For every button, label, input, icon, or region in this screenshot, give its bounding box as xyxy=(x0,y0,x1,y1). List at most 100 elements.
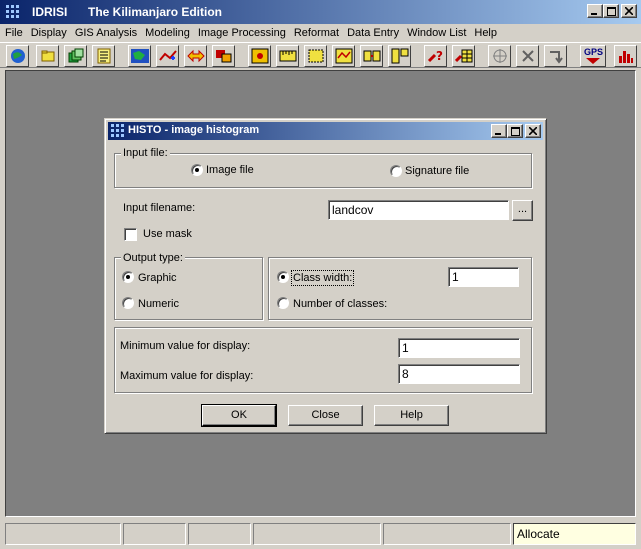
min-display-field[interactable]: 1 xyxy=(398,338,520,358)
link-layers-button[interactable] xyxy=(360,45,383,67)
menu-help[interactable]: Help xyxy=(470,24,501,42)
menu-file[interactable]: File xyxy=(0,24,27,42)
minimize-button[interactable] xyxy=(587,4,603,18)
signature-file-label[interactable]: Signature file xyxy=(405,164,469,178)
open-folder-button[interactable] xyxy=(36,45,59,67)
input-filename-field[interactable]: landcov xyxy=(328,200,509,220)
help-button[interactable]: Help xyxy=(374,405,449,426)
idrisi-logo-icon xyxy=(111,124,124,137)
select-box-button[interactable] xyxy=(304,45,327,67)
image-file-radio[interactable] xyxy=(191,164,203,176)
use-mask-checkbox[interactable] xyxy=(124,228,137,241)
numeric-radio[interactable] xyxy=(122,297,134,309)
minimize-icon xyxy=(591,13,597,15)
chart-button[interactable] xyxy=(614,45,637,67)
signature-file-radio[interactable] xyxy=(390,165,402,177)
raster-grid-icon xyxy=(335,48,352,64)
redirect-button[interactable] xyxy=(544,45,567,67)
dialog-maximize-button[interactable] xyxy=(507,124,523,138)
app-titlebar: IDRISI The Kilimanjaro Edition xyxy=(0,0,641,24)
zoom-window-button[interactable] xyxy=(248,45,271,67)
status-cell-3 xyxy=(188,523,251,545)
query-button[interactable]: ? xyxy=(424,45,447,67)
max-display-label: Maximum value for display: xyxy=(120,370,254,382)
crosshair-icon xyxy=(492,49,507,63)
selection-box-icon xyxy=(308,49,323,63)
max-display-field[interactable]: 8 xyxy=(398,364,520,384)
menu-modeling[interactable]: Modeling xyxy=(141,24,194,42)
digitize-button[interactable] xyxy=(156,45,179,67)
double-arrow-icon xyxy=(186,49,205,63)
menu-window-list[interactable]: Window List xyxy=(403,24,470,42)
group-layers-button[interactable] xyxy=(388,45,411,67)
bar-chart-icon xyxy=(618,51,633,63)
menu-display[interactable]: Display xyxy=(27,24,71,42)
maximize-button[interactable] xyxy=(603,4,619,18)
image-file-label[interactable]: Image file xyxy=(206,163,254,177)
menu-reformat[interactable]: Reformat xyxy=(290,24,343,42)
gps-label: GPS xyxy=(584,47,604,57)
redirect-arrow-icon xyxy=(549,51,563,64)
input-file-group xyxy=(114,153,532,188)
status-cell-5 xyxy=(383,523,511,545)
ruler-icon xyxy=(279,50,296,62)
list-button[interactable] xyxy=(92,45,115,67)
histo-dialog: HISTO - image histogram Input file: Imag… xyxy=(104,118,547,434)
graphic-label[interactable]: Graphic xyxy=(138,271,177,285)
link-icon xyxy=(363,50,380,62)
gps-button[interactable]: GPS xyxy=(580,45,606,67)
graphic-radio[interactable] xyxy=(122,271,134,283)
query-icon: ? xyxy=(427,49,443,63)
window-controls xyxy=(587,4,637,18)
dialog-window-controls xyxy=(491,124,541,138)
map-window-button[interactable] xyxy=(128,45,151,67)
raster-grid-button[interactable] xyxy=(332,45,355,67)
menu-data-entry[interactable]: Data Entry xyxy=(343,24,403,42)
app-name: IDRISI xyxy=(32,5,68,19)
menu-gis-analysis[interactable]: GIS Analysis xyxy=(71,24,141,42)
status-cell-4 xyxy=(253,523,381,545)
tools-icon xyxy=(521,50,534,62)
zoom-window-icon xyxy=(251,48,268,64)
overlay-icon xyxy=(215,50,231,63)
browse-button[interactable]: ... xyxy=(512,200,533,221)
min-display-label: Minimum value for display: xyxy=(120,340,251,352)
document-list-icon xyxy=(97,48,110,64)
measure-button[interactable] xyxy=(276,45,299,67)
input-file-group-label: Input file: xyxy=(121,147,170,159)
class-width-radio[interactable] xyxy=(277,271,289,283)
use-mask-label[interactable]: Use mask xyxy=(143,227,192,241)
map-icon xyxy=(130,49,149,63)
class-width-field[interactable]: 1 xyxy=(448,267,519,287)
close-dialog-button[interactable]: Close xyxy=(288,405,363,426)
overlay-button[interactable] xyxy=(212,45,235,67)
group-icon xyxy=(391,48,408,64)
number-of-classes-label[interactable]: Number of classes: xyxy=(293,297,387,311)
numeric-label[interactable]: Numeric xyxy=(138,297,179,311)
menu-bar: File Display GIS Analysis Modeling Image… xyxy=(0,24,641,42)
close-button[interactable] xyxy=(621,4,637,18)
display-launcher-button[interactable] xyxy=(6,45,29,67)
crosshair-button[interactable] xyxy=(488,45,511,67)
menu-image-processing[interactable]: Image Processing xyxy=(194,24,290,42)
close-icon xyxy=(529,127,537,135)
digitize-icon xyxy=(158,50,177,61)
number-of-classes-radio[interactable] xyxy=(277,297,289,309)
dialog-close-button[interactable] xyxy=(525,124,541,138)
tools-button[interactable] xyxy=(516,45,539,67)
dialog-titlebar[interactable]: HISTO - image histogram xyxy=(108,122,543,140)
app-edition: The Kilimanjaro Edition xyxy=(88,5,223,19)
maximize-icon xyxy=(510,126,520,136)
dialog-title: HISTO - image histogram xyxy=(128,124,260,136)
status-cell-1 xyxy=(5,523,121,545)
maximize-icon xyxy=(606,6,616,16)
minimize-icon xyxy=(495,133,501,135)
composer-button[interactable] xyxy=(64,45,87,67)
status-bar: Allocate xyxy=(0,519,641,549)
database-button[interactable] xyxy=(452,45,475,67)
class-width-label[interactable]: Class width: xyxy=(291,270,355,286)
table-icon xyxy=(454,49,472,63)
ok-button[interactable]: OK xyxy=(201,404,277,427)
pan-button[interactable] xyxy=(184,45,207,67)
dialog-minimize-button[interactable] xyxy=(491,124,507,138)
